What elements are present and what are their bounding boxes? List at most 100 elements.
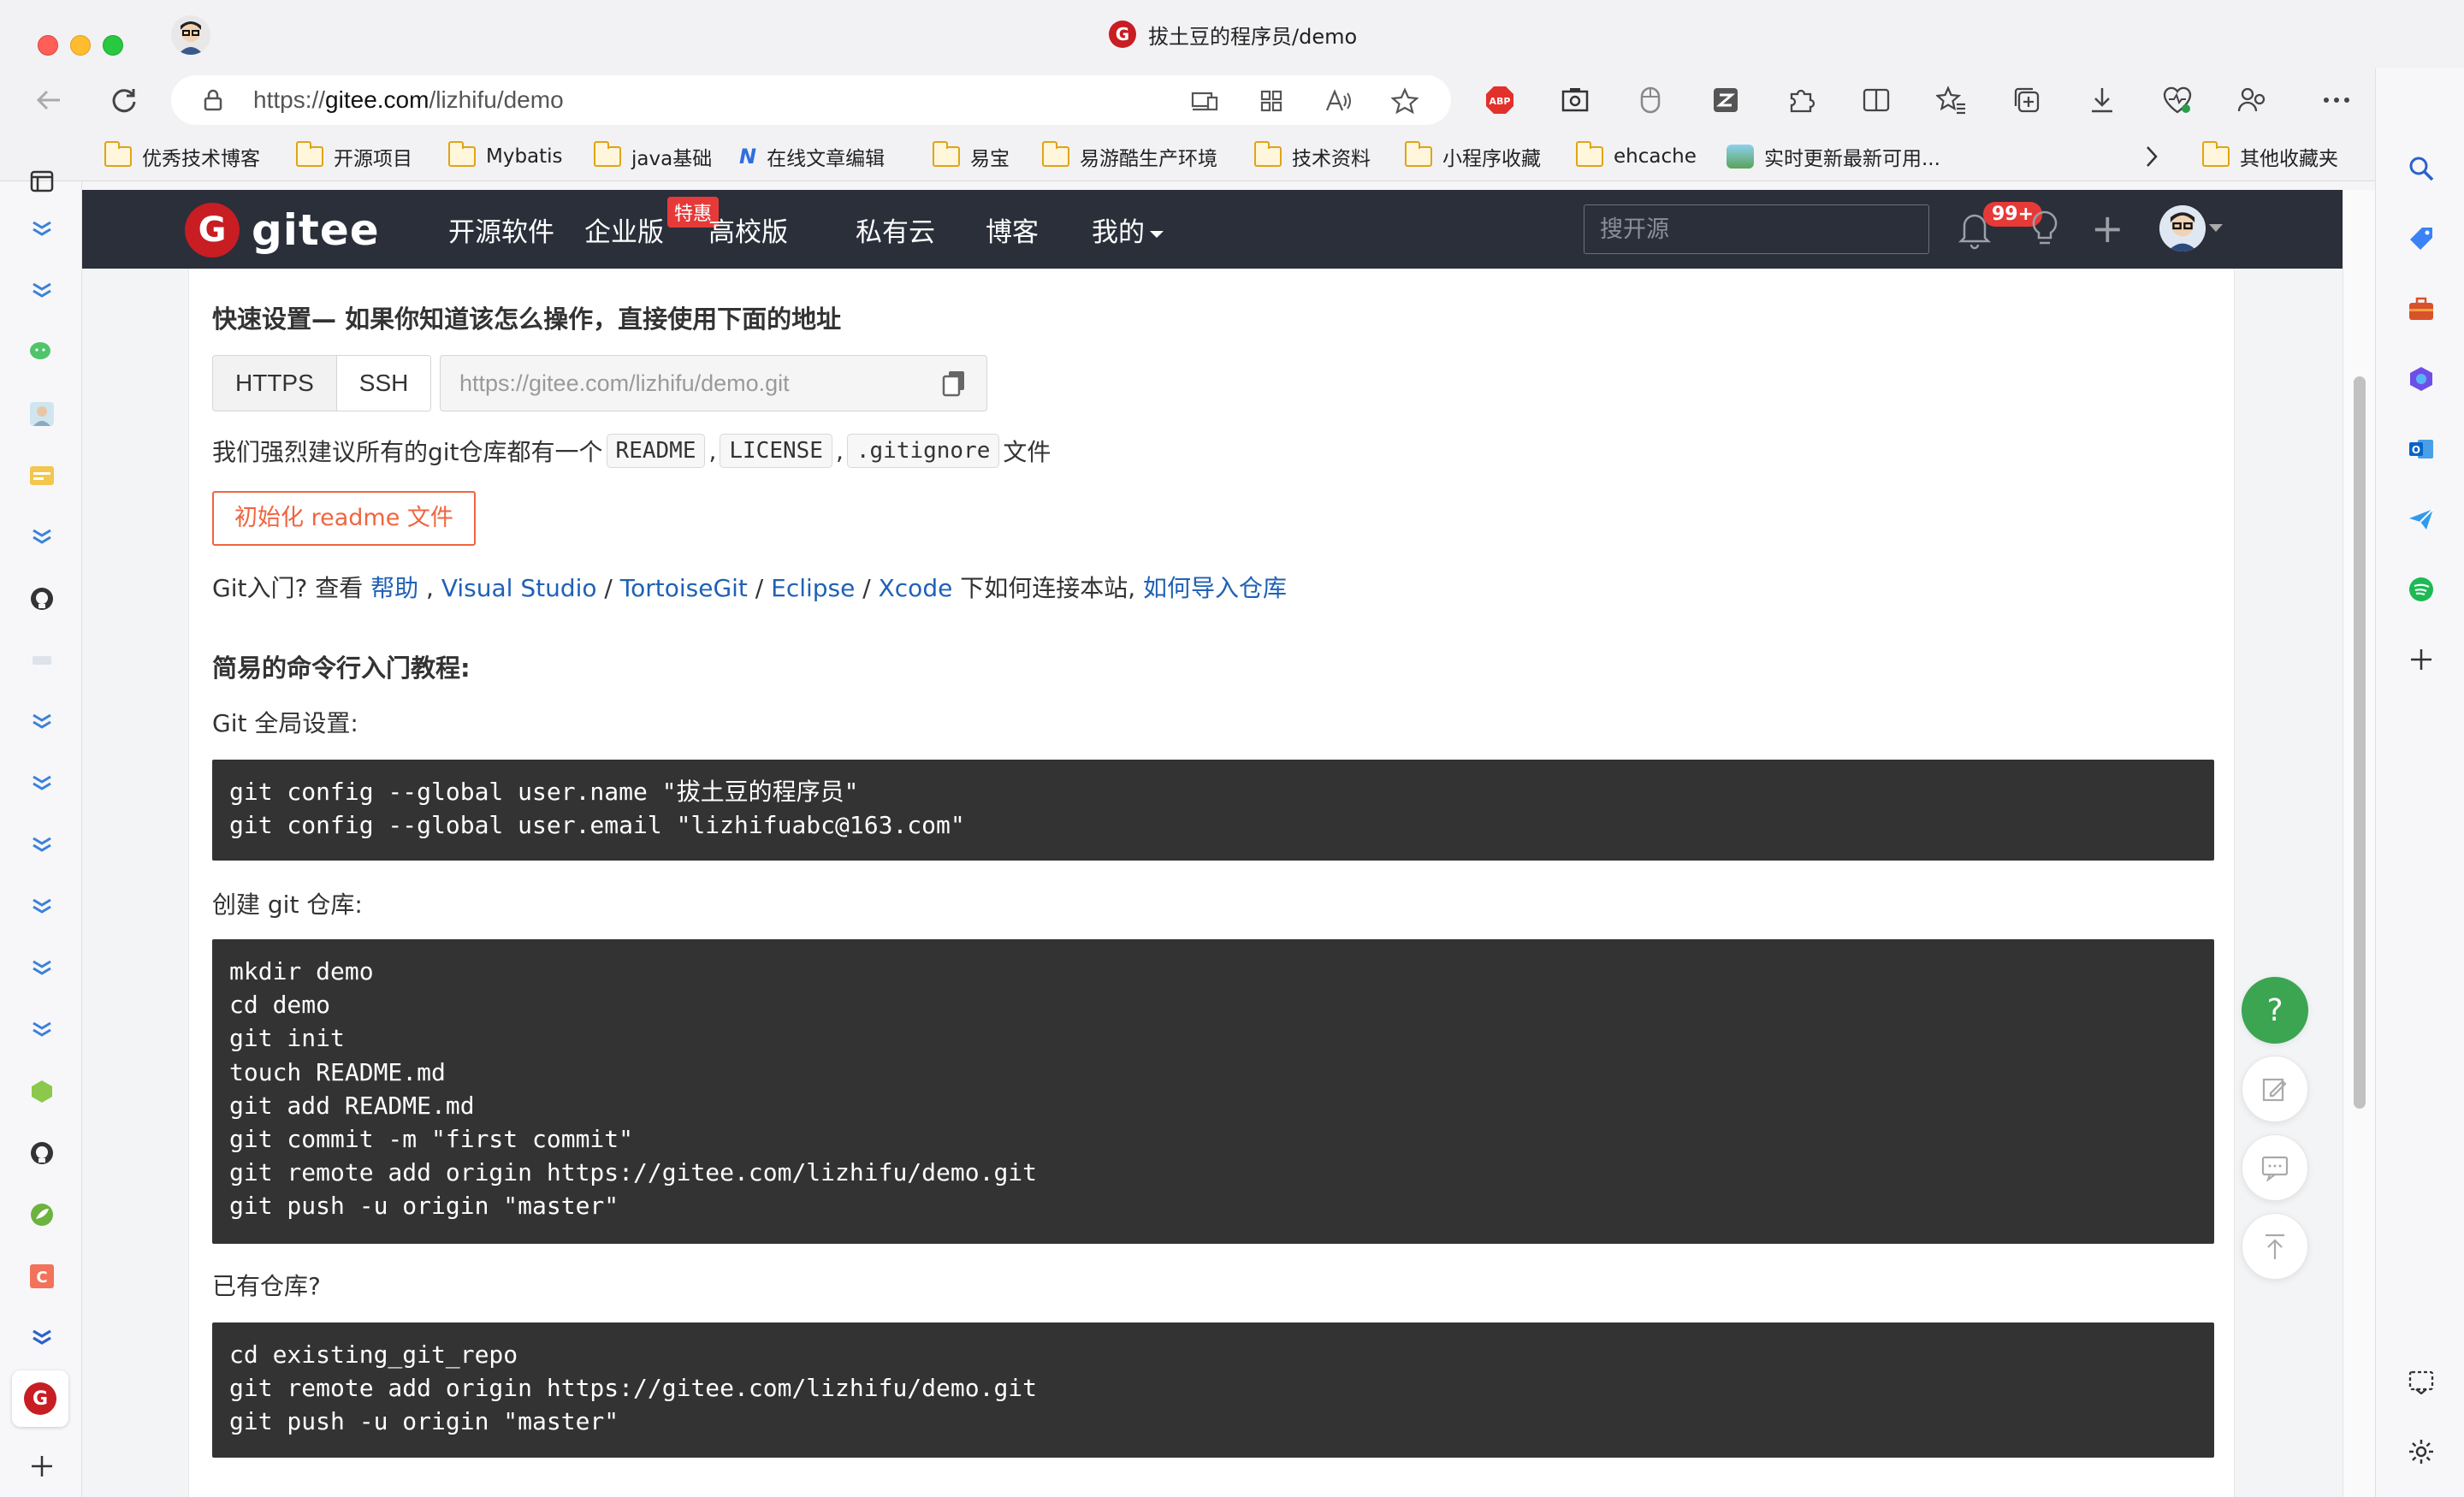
tab-chevron-site-icon[interactable] [25, 1013, 59, 1047]
protocol-https-button[interactable]: HTTPS [213, 356, 336, 411]
tab-github-icon[interactable] [25, 1136, 59, 1170]
bookmark-folder[interactable]: 开源项目 [296, 140, 412, 173]
tab-avatar-site-icon[interactable] [25, 397, 59, 431]
tab-spring-icon[interactable] [25, 1198, 59, 1232]
address-bar[interactable]: https://gitee.com/lizhifu/demo [171, 75, 1451, 125]
tab-chevron-site-icon[interactable] [25, 828, 59, 862]
reload-icon[interactable] [104, 80, 144, 120]
mouse-gesture-extension-icon[interactable] [1631, 80, 1670, 120]
feedback-edit-button[interactable] [2242, 1056, 2308, 1122]
page-scrollbar[interactable] [2343, 190, 2375, 1497]
nav-private-cloud[interactable]: 私有云 [856, 210, 935, 249]
tab-chevron-site-icon[interactable] [25, 520, 59, 554]
eclipse-link[interactable]: Eclipse [771, 574, 855, 602]
back-to-top-button[interactable] [2242, 1213, 2308, 1280]
bookmark-folder[interactable]: ehcache [1576, 140, 1697, 173]
window-maximize-button[interactable] [103, 35, 123, 56]
window-minimize-button[interactable] [70, 35, 91, 56]
bookmark-site[interactable]: 实时更新最新可用... [1727, 140, 1940, 173]
tab-wechat-icon[interactable] [25, 335, 59, 370]
tab-gitee-active-icon[interactable]: G [12, 1370, 68, 1427]
read-aloud-icon[interactable] [1319, 82, 1357, 120]
split-screen-icon[interactable] [1857, 80, 1896, 120]
global-setup-code-block[interactable]: git config --global user.name "拔土豆的程序员" … [212, 760, 2214, 861]
gitee-logo[interactable]: G gitee [185, 203, 380, 257]
window-close-button[interactable] [38, 35, 58, 56]
create-repo-code-block[interactable]: mkdir demo cd demo git init touch README… [212, 939, 2214, 1244]
bookmark-folder[interactable]: 易游酷生产环境 [1042, 140, 1217, 173]
more-menu-icon[interactable] [2317, 80, 2356, 120]
tab-chevron-site-icon[interactable] [25, 766, 59, 801]
existing-repo-code-block[interactable]: cd existing_git_repo git remote add orig… [212, 1322, 2214, 1458]
sidebar-add-plus-icon[interactable] [2403, 642, 2439, 677]
adblock-plus-icon[interactable]: ABP [1480, 80, 1519, 120]
nav-mine[interactable]: 我的 [1092, 210, 1164, 249]
nav-open-source[interactable]: 开源软件 [448, 210, 554, 249]
sidebar-outlook-icon[interactable]: O [2403, 431, 2439, 467]
repo-url-field[interactable]: https://gitee.com/lizhifu/demo.git [440, 355, 987, 411]
nav-education[interactable]: 高校版 [708, 210, 788, 249]
tab-chevron-site-icon[interactable] [25, 212, 59, 246]
lightbulb-icon[interactable] [2026, 209, 2064, 250]
collections-icon[interactable] [2007, 80, 2046, 120]
tab-faded-site-icon[interactable] [25, 643, 59, 677]
url-text[interactable]: https://gitee.com/lizhifu/demo [253, 86, 564, 114]
nav-blog[interactable]: 博客 [986, 210, 1039, 249]
sidebar-spotify-icon[interactable] [2403, 571, 2439, 607]
zotero-extension-icon[interactable] [1706, 80, 1745, 120]
tab-chevron-site-icon[interactable] [25, 274, 59, 308]
visual-studio-link[interactable]: Visual Studio [441, 574, 597, 602]
bookmark-folder[interactable]: 优秀技术博客 [104, 140, 260, 173]
tab-csdn-icon[interactable]: C [25, 1259, 59, 1293]
copy-icon[interactable] [941, 370, 967, 397]
tab-actions-icon[interactable] [25, 164, 59, 198]
back-arrow-icon[interactable] [29, 80, 68, 120]
tab-chevron-site-icon[interactable] [25, 1321, 59, 1355]
protocol-ssh-button[interactable]: SSH [335, 356, 431, 411]
search-input[interactable]: 搜开源 [1584, 204, 1929, 254]
scrollbar-thumb[interactable] [2354, 376, 2366, 1109]
bookmarks-overflow-chevron-icon[interactable] [2142, 140, 2161, 173]
bookmark-folder[interactable]: Mybatis [448, 140, 563, 173]
sidebar-settings-gear-icon[interactable] [2403, 1434, 2439, 1470]
extensions-puzzle-icon[interactable] [1781, 80, 1821, 120]
xcode-link[interactable]: Xcode [879, 574, 953, 602]
tab-card-site-icon[interactable] [25, 459, 59, 493]
bookmark-folder-other[interactable]: 其他收藏夹 [2202, 140, 2338, 173]
help-button[interactable]: ? [2242, 977, 2308, 1044]
downloads-icon[interactable] [2082, 80, 2122, 120]
favorites-icon[interactable] [1932, 80, 1971, 120]
tab-chevron-site-icon[interactable] [25, 705, 59, 739]
sidebar-copilot-hexagon-icon[interactable] [2403, 361, 2439, 397]
bookmark-folder[interactable]: 技术资料 [1254, 140, 1371, 173]
bookmark-folder[interactable]: 小程序收藏 [1405, 140, 1541, 173]
sync-profile-icon[interactable] [2233, 80, 2272, 120]
tortoisegit-link[interactable]: TortoiseGit [620, 574, 748, 602]
tab-chevron-site-icon[interactable] [25, 951, 59, 985]
sidebar-screenshot-icon[interactable] [2403, 1364, 2439, 1399]
user-avatar[interactable] [2159, 205, 2206, 251]
extensions-grid-icon[interactable] [1253, 82, 1290, 120]
comment-button[interactable] [2242, 1134, 2308, 1201]
favorite-star-icon[interactable] [1386, 82, 1424, 120]
create-plus-icon[interactable]: + [2091, 207, 2124, 250]
browser-essentials-icon[interactable] [2158, 80, 2197, 120]
sidebar-shopping-tag-icon[interactable] [2403, 221, 2439, 257]
sidebar-send-icon[interactable] [2403, 501, 2439, 537]
tab-github-icon[interactable] [25, 582, 59, 616]
tab-chevron-site-icon[interactable] [25, 890, 59, 924]
nav-enterprise[interactable]: 企业版 [584, 210, 664, 249]
lock-icon[interactable] [200, 87, 226, 113]
user-menu-caret-icon[interactable] [2209, 224, 2223, 232]
app-available-icon[interactable] [1186, 82, 1223, 120]
new-tab-plus-icon[interactable] [25, 1449, 59, 1483]
import-repo-link[interactable]: 如何导入仓库 [1143, 574, 1287, 602]
bookmark-folder[interactable]: java基础 [594, 140, 712, 173]
sidebar-tools-briefcase-icon[interactable] [2403, 291, 2439, 327]
bookmark-site[interactable]: N 在线文章编辑 [739, 140, 885, 173]
help-link[interactable]: 帮助 [370, 574, 418, 602]
sidebar-search-icon[interactable] [2403, 151, 2439, 186]
bookmark-folder[interactable]: 易宝 [933, 140, 1010, 173]
screenshot-extension-icon[interactable] [1555, 80, 1595, 120]
init-readme-button[interactable]: 初始化 readme 文件 [212, 491, 476, 546]
